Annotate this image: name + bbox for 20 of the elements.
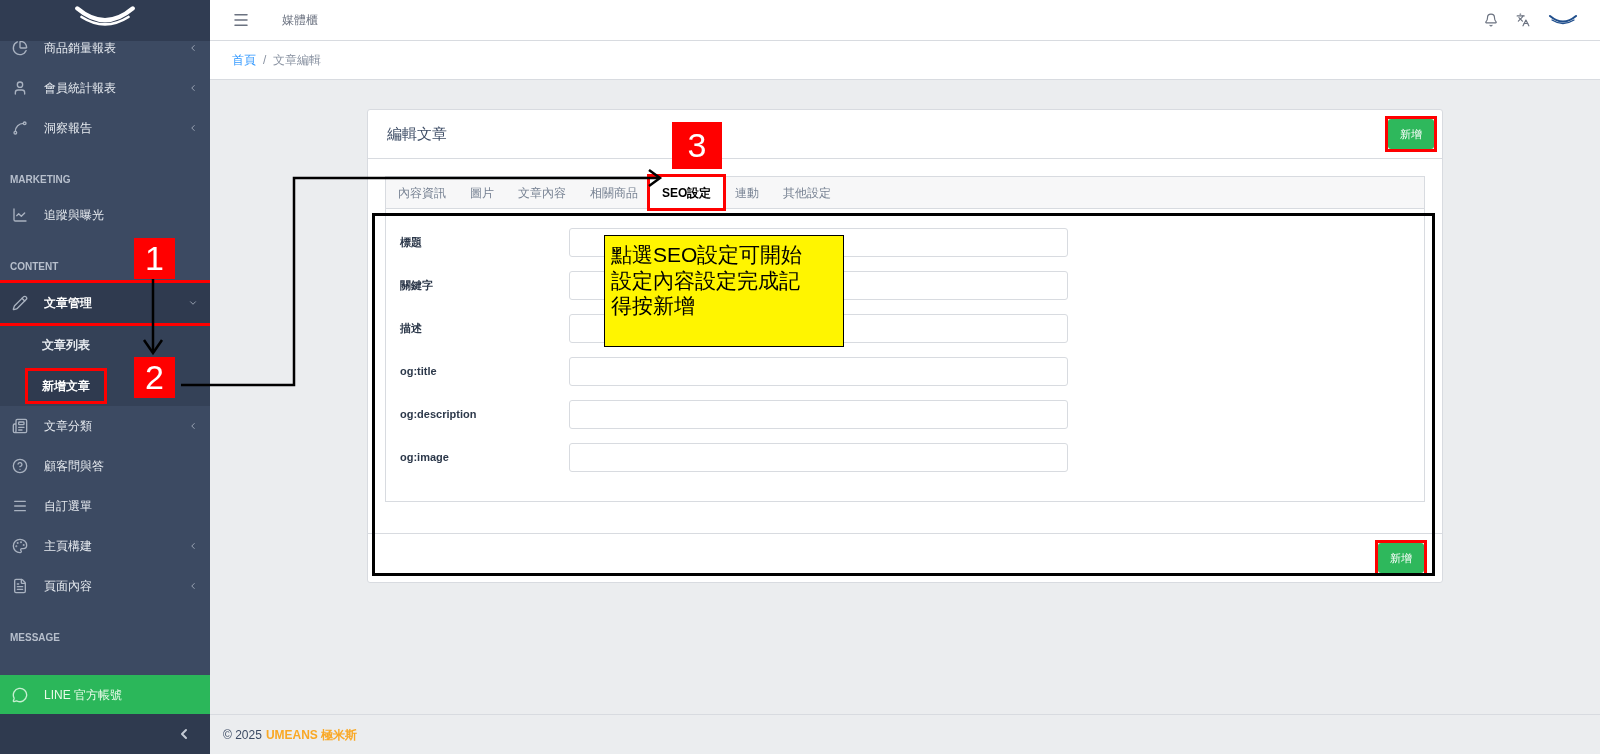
breadcrumb-current: 文章編輯 <box>273 52 322 69</box>
breadcrumb-separator: / <box>263 52 267 69</box>
step-marker: 1 <box>134 238 175 279</box>
section-heading: CONTENT <box>10 260 59 274</box>
page-title: 媒體櫃 <box>282 12 318 29</box>
field-label: og:title <box>400 364 438 380</box>
step-marker: 2 <box>134 357 175 398</box>
field-label: og:description <box>400 407 478 423</box>
callout-line: 設定內容設定完成記 <box>611 267 800 294</box>
card-title: 編輯文章 <box>387 123 447 144</box>
field-label: og:image <box>400 450 450 466</box>
section-heading: MESSAGE <box>10 631 60 645</box>
copyright-text: © 2025 <box>223 726 262 744</box>
callout-line: 點選SEO設定可開始 <box>611 242 803 268</box>
field-label: 標題 <box>400 235 423 251</box>
field-label: 關鍵字 <box>400 278 434 294</box>
callout-line: 得按新增 <box>611 293 695 319</box>
field-label: 描述 <box>400 321 423 337</box>
section-heading: MARKETING <box>10 173 71 187</box>
step-marker: 3 <box>672 122 722 169</box>
